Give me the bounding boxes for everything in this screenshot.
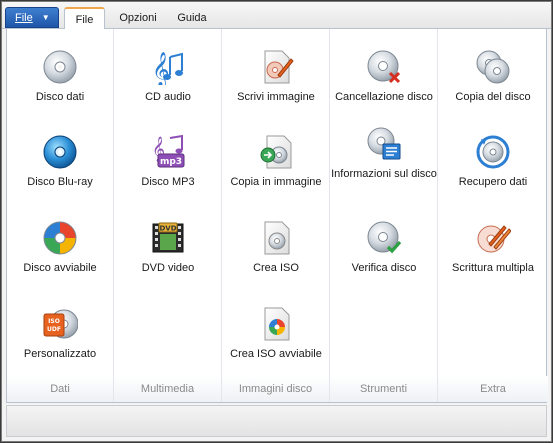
create-bootable-iso-icon xyxy=(264,307,290,341)
crea-iso-button[interactable]: Crea ISO xyxy=(223,220,329,275)
disco-dati-button[interactable]: Disco dati xyxy=(7,49,113,104)
svg-text:ISO: ISO xyxy=(48,318,60,325)
item-label: Scrivi immagine xyxy=(237,91,315,103)
copia-del-disco-button[interactable]: Copia del disco xyxy=(440,49,546,104)
item-label: Disco avviabile xyxy=(23,262,97,274)
multi-write-icon xyxy=(477,225,511,253)
data-recovery-icon xyxy=(476,135,510,169)
dropdown-arrow-icon: ▼ xyxy=(41,13,50,22)
item-label: Disco dati xyxy=(35,91,85,103)
item-label: Disco MP3 xyxy=(141,176,195,188)
create-iso-icon xyxy=(264,221,290,255)
group-title: Multimedia xyxy=(140,383,195,395)
svg-text:UDF: UDF xyxy=(47,326,61,333)
tab-label: Opzioni xyxy=(119,12,157,24)
status-bar xyxy=(6,405,547,437)
copia-in-immagine-button[interactable]: Copia in immagine xyxy=(223,134,329,189)
svg-text:𝄞: 𝄞 xyxy=(152,52,170,85)
group-title: Dati xyxy=(50,383,70,395)
group-immagini-disco: Scrivi immagine Copia in immagine Crea I… xyxy=(222,29,330,402)
music-notes-icon: 𝄞 xyxy=(152,52,183,85)
group-title: Extra xyxy=(480,383,506,395)
group-title: Strumenti xyxy=(359,383,408,395)
item-label: Recupero dati xyxy=(458,176,528,188)
item-label: Scrittura multipla xyxy=(452,262,534,274)
group-extra: Copia del disco Recupero dati Scrittura … xyxy=(438,29,548,402)
group-strumenti: Cancellazione disco Informazioni sul dis… xyxy=(330,29,438,402)
verify-disc-icon xyxy=(367,221,402,254)
app-window: File ▼ File Opzioni Guida Disco dati Dis… xyxy=(1,1,552,442)
tab-label: File xyxy=(75,13,94,26)
item-label: Cancellazione disco xyxy=(335,91,433,103)
disco-avviabile-button[interactable]: Disco avviabile xyxy=(7,220,113,275)
group-title: Immagini disco xyxy=(238,383,313,395)
erase-disc-icon xyxy=(367,50,401,84)
item-label: Crea ISO xyxy=(253,262,299,274)
scrittura-multipla-button[interactable]: Scrittura multipla xyxy=(440,220,546,275)
copy-disc-icon xyxy=(476,50,510,84)
group-multimedia: 𝄞 CD audio 𝄞 mp3 Disco MP3 DVD DVD video… xyxy=(114,29,222,402)
bluray-disc-icon xyxy=(43,135,77,169)
group-dati: Disco dati Disco Blu-ray Disco avviabile… xyxy=(7,29,114,402)
item-label: Copia in immagine xyxy=(230,176,322,188)
disco-mp3-button[interactable]: 𝄞 mp3 Disco MP3 xyxy=(115,134,221,189)
cancellazione-disco-button[interactable]: Cancellazione disco xyxy=(331,49,437,104)
item-label: Informazioni sul disco xyxy=(331,168,437,180)
item-label: Verifica disco xyxy=(351,262,417,274)
svg-text:DVD: DVD xyxy=(159,225,176,233)
tab-file[interactable]: File xyxy=(64,7,105,30)
file-menu-button[interactable]: File ▼ xyxy=(5,7,59,28)
bootable-disc-icon xyxy=(43,221,77,255)
iso-udf-disc-icon: ISO UDF xyxy=(43,309,78,339)
item-label: Copia del disco xyxy=(455,91,531,103)
recupero-dati-button[interactable]: Recupero dati xyxy=(440,134,546,189)
tab-label: Guida xyxy=(177,12,207,24)
item-label: Crea ISO avviabile xyxy=(230,348,322,360)
file-menu-label: File xyxy=(15,11,33,24)
crea-iso-avviabile-button[interactable]: Crea ISO avviabile xyxy=(223,306,329,361)
personalizzato-button[interactable]: ISO UDF Personalizzato xyxy=(7,306,113,361)
item-label: DVD video xyxy=(141,262,195,274)
disc-icon xyxy=(43,50,77,84)
item-label: Personalizzato xyxy=(23,348,97,360)
item-label: CD audio xyxy=(145,91,191,103)
disc-info-icon xyxy=(367,127,401,160)
dvd-video-button[interactable]: DVD DVD video xyxy=(115,220,221,275)
disco-bluray-button[interactable]: Disco Blu-ray xyxy=(7,134,113,189)
mp3-notes-icon: 𝄞 mp3 xyxy=(152,134,185,168)
cd-audio-button[interactable]: 𝄞 CD audio xyxy=(115,49,221,104)
menu-bar: File ▼ File Opzioni Guida xyxy=(2,2,551,30)
tab-opzioni[interactable]: Opzioni xyxy=(112,7,164,29)
svg-text:mp3: mp3 xyxy=(160,157,182,167)
item-label: Disco Blu-ray xyxy=(27,176,93,188)
informazioni-disco-button[interactable]: Informazioni sul disco xyxy=(331,126,437,181)
ribbon-panel: Disco dati Disco Blu-ray Disco avviabile… xyxy=(6,29,548,403)
dvd-film-icon: DVD xyxy=(152,222,184,253)
verifica-disco-button[interactable]: Verifica disco xyxy=(331,220,437,275)
scrivi-immagine-button[interactable]: Scrivi immagine xyxy=(223,49,329,104)
tab-guida[interactable]: Guida xyxy=(170,7,214,29)
write-image-icon xyxy=(264,50,294,84)
copy-to-image-icon xyxy=(260,135,292,169)
